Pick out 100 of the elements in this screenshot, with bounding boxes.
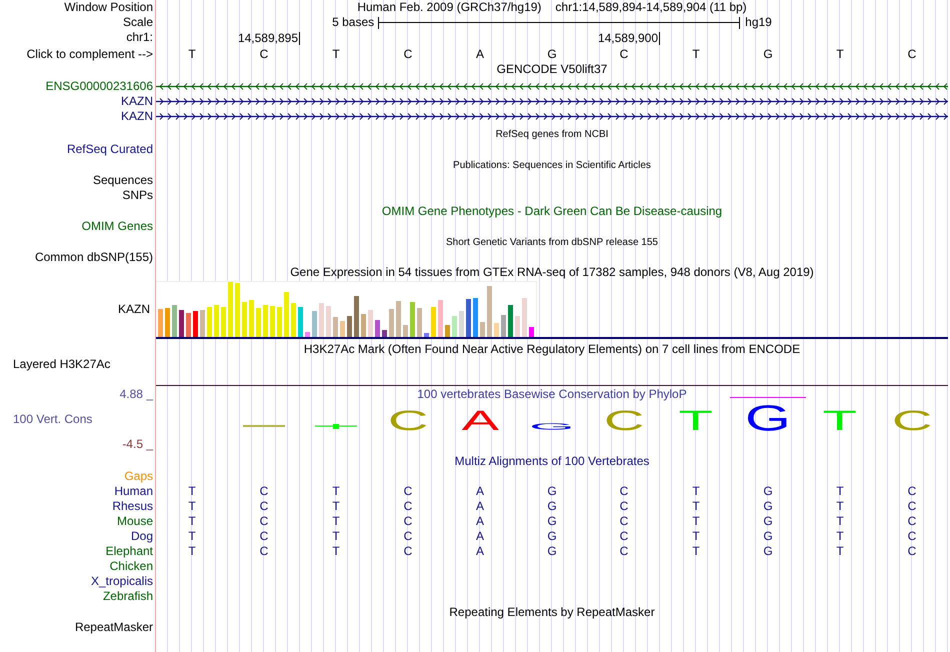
base-letter[interactable]: T — [188, 47, 196, 62]
aligned-base: T — [836, 484, 844, 499]
scale-assembly: hg19 — [745, 15, 772, 30]
aligned-base: T — [692, 529, 700, 544]
base-letter[interactable]: C — [908, 47, 916, 62]
track-label[interactable]: ENSG00000231606 — [46, 79, 153, 94]
aligned-base: A — [476, 499, 484, 514]
aligned-base: T — [836, 499, 844, 514]
aligned-base: T — [692, 484, 700, 499]
coordinate-tick: 14,589,895 — [238, 32, 300, 45]
scale-text: 5 bases — [332, 15, 374, 30]
track-label[interactable]: Chicken — [110, 559, 153, 574]
aligned-base: A — [476, 544, 484, 559]
track-label[interactable]: 100 Vert. Cons — [13, 412, 92, 427]
logo-letter: C — [604, 407, 644, 435]
assembly-name: Human Feb. 2009 (GRCh37/hg19) — [357, 0, 542, 15]
track-label[interactable]: RefSeq Curated — [66, 142, 153, 157]
logo-letter: A — [461, 407, 499, 435]
track-label[interactable]: Dog — [130, 529, 153, 544]
aligned-base: C — [404, 499, 412, 514]
logo-letter: C — [388, 407, 428, 435]
aligned-base: C — [908, 544, 916, 559]
aligned-base: C — [260, 544, 268, 559]
track-title: OMIM Gene Phenotypes - Dark Green Can Be Disease-causing — [382, 204, 722, 219]
aligned-base: C — [260, 514, 268, 529]
aligned-base: T — [836, 529, 844, 544]
track-label[interactable]: Common dbSNP(155) — [34, 250, 153, 265]
aligned-base: T — [188, 499, 196, 514]
logo-letter: T — [822, 407, 858, 435]
track-label[interactable]: KAZN — [120, 109, 153, 124]
track-title: Short Genetic Variants from dbSNP release 155 — [446, 236, 658, 250]
aligned-base: G — [547, 514, 557, 529]
base-letter[interactable]: T — [692, 47, 700, 62]
logo-letter: G — [745, 400, 791, 437]
coordinate-tick: 14,589,900 — [598, 32, 660, 45]
track-title: RefSeq genes from NCBI — [496, 128, 608, 142]
aligned-base: C — [620, 544, 628, 559]
aligned-base: T — [332, 484, 340, 499]
aligned-base: G — [547, 499, 557, 514]
track-label[interactable]: SNPs — [122, 188, 153, 203]
track-title: 100 vertebrates Basewise Conservation by PhyloP — [417, 387, 687, 402]
aligned-base: C — [908, 499, 916, 514]
expression-bars-drawing[interactable] — [156, 281, 537, 337]
aligned-base: C — [260, 529, 268, 544]
aligned-base: G — [547, 544, 557, 559]
track-label[interactable]: OMIM Genes — [82, 219, 153, 234]
row-label: chr1: — [126, 30, 153, 45]
aligned-base: T — [692, 499, 700, 514]
aligned-base: G — [763, 544, 773, 559]
base-letter[interactable]: A — [476, 47, 484, 62]
track-label[interactable]: Layered H3K27Ac — [13, 357, 110, 386]
track-label[interactable]: 4.88 _ — [120, 387, 153, 402]
track-label[interactable]: KAZN — [120, 94, 153, 109]
track-label[interactable]: Human — [114, 484, 153, 499]
base-letter[interactable]: T — [836, 47, 844, 62]
base-letter[interactable]: T — [332, 47, 340, 62]
track-label[interactable]: Rhesus — [112, 499, 153, 514]
track-label[interactable]: Elephant — [106, 544, 153, 559]
track-label[interactable]: -4.5 _ — [122, 437, 153, 452]
base-letter[interactable]: G — [763, 47, 773, 62]
base-letter[interactable]: G — [547, 47, 557, 62]
aligned-base: G — [763, 514, 773, 529]
aligned-base: C — [404, 529, 412, 544]
aligned-base: C — [620, 499, 628, 514]
aligned-base: G — [763, 499, 773, 514]
aligned-base: C — [404, 514, 412, 529]
aligned-base: A — [476, 484, 484, 499]
logo-letter: G — [529, 422, 575, 431]
aligned-base: T — [836, 544, 844, 559]
aligned-base: A — [476, 514, 484, 529]
aligned-base: C — [620, 529, 628, 544]
aligned-base: C — [404, 544, 412, 559]
aligned-base: T — [188, 514, 196, 529]
aligned-base: T — [836, 514, 844, 529]
aligned-base: T — [692, 544, 700, 559]
row-label: Window Position — [64, 0, 153, 15]
track-title: Multiz Alignments of 100 Vertebrates — [454, 454, 650, 469]
track-label[interactable]: Sequences — [92, 173, 153, 188]
complement-link[interactable]: Click to complement --> — [26, 47, 153, 62]
aligned-base: T — [332, 544, 340, 559]
track-label[interactable]: RepeatMasker — [74, 620, 153, 635]
aligned-base: T — [188, 544, 196, 559]
aligned-base: C — [260, 484, 268, 499]
aligned-base: C — [404, 484, 412, 499]
base-letter[interactable]: C — [260, 47, 268, 62]
logo-letter: T — [678, 407, 714, 435]
base-letter[interactable]: C — [620, 47, 628, 62]
base-letter[interactable]: C — [404, 47, 412, 62]
position-text[interactable]: chr1:14,589,894-14,589,904 (11 bp) — [555, 0, 747, 15]
aligned-base: C — [908, 529, 916, 544]
track-label[interactable]: Zebrafish — [102, 589, 153, 604]
track-title: H3K27Ac Mark (Often Found Near Active Regulatory Elements) on 7 cell lines from ENCODE — [304, 342, 800, 357]
aligned-base: G — [763, 484, 773, 499]
track-label[interactable]: KAZN — [118, 302, 150, 316]
aligned-base: C — [620, 484, 628, 499]
track-label[interactable]: X_tropicalis — [90, 574, 153, 589]
aligned-base: G — [547, 529, 557, 544]
aligned-base: T — [188, 484, 196, 499]
track-title: Gene Expression in 54 tissues from GTEx RNA-seq of 17382 samples, 948 donors (V8, Aug 2019) — [290, 265, 814, 280]
track-label[interactable]: Mouse — [116, 514, 153, 529]
